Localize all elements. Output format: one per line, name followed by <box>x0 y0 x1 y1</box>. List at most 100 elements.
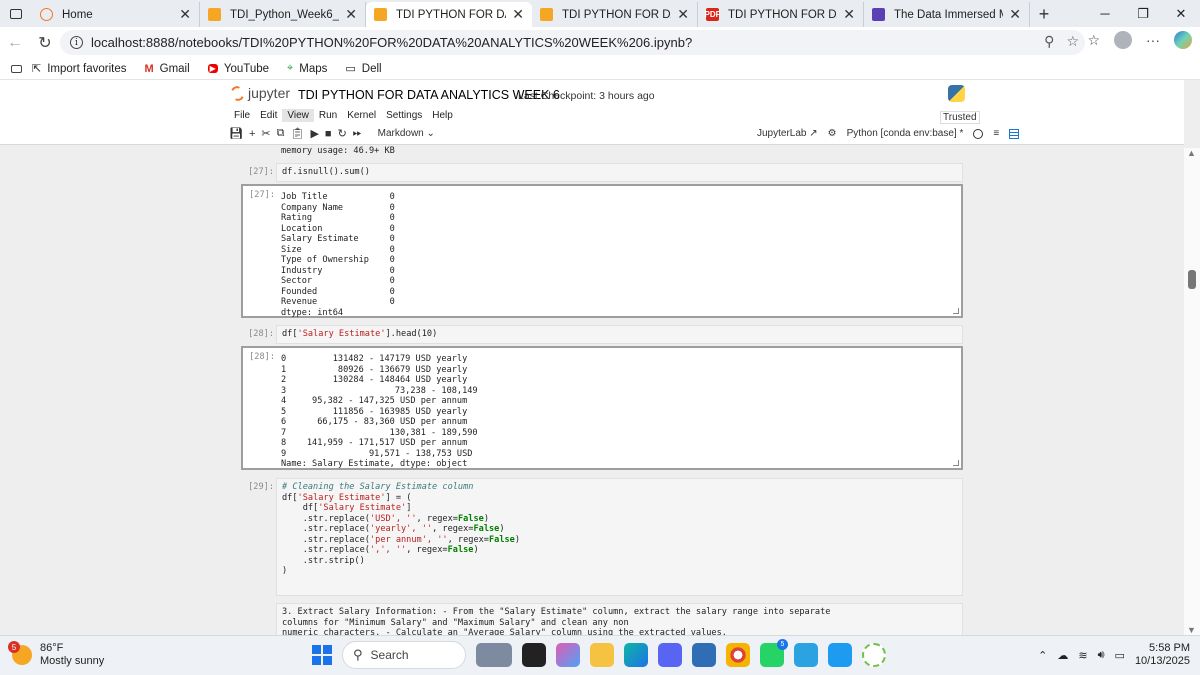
menu-help[interactable]: Help <box>427 109 458 122</box>
fast-forward-icon[interactable]: ⏩︎ <box>353 127 362 140</box>
tab-pdf[interactable]: PDF TDI PYTHON FOR DATA ANA ✕ <box>698 2 864 27</box>
close-icon[interactable]: ✕ <box>345 6 357 23</box>
menu-settings[interactable]: Settings <box>381 109 427 122</box>
store-icon[interactable] <box>692 643 716 667</box>
tab-active-notebook[interactable]: TDI PYTHON FOR DATA ANA ✕ <box>366 2 532 27</box>
close-icon[interactable]: ✕ <box>179 6 191 23</box>
tab-week6-eda[interactable]: TDI_Python_Week6_EDA (1) ✕ <box>200 2 366 27</box>
page-scrollbar[interactable]: ▲ ▼ <box>1184 148 1200 635</box>
close-icon[interactable]: ✕ <box>677 6 689 23</box>
menu-kernel[interactable]: Kernel <box>342 109 381 122</box>
copilot-icon[interactable] <box>1174 31 1192 49</box>
new-tab-icon[interactable]: + <box>1030 2 1058 27</box>
restore-icon[interactable]: ❐ <box>1124 0 1162 27</box>
refresh-icon[interactable]: ↻ <box>30 27 60 58</box>
weather-widget[interactable]: 5 86°F Mostly sunny <box>8 641 104 668</box>
task-view-icon[interactable] <box>522 643 546 667</box>
site-info-icon[interactable]: i <box>70 36 83 49</box>
code-comment: # Cleaning the Salary Estimate column <box>282 482 474 492</box>
scroll-down-icon[interactable]: ▼ <box>1187 625 1196 635</box>
menu-icon[interactable]: ≡ <box>993 128 999 139</box>
tab-home[interactable]: Home ✕ <box>32 2 200 27</box>
jupyter-logo[interactable]: jupyter <box>228 83 290 103</box>
scrollbar-thumb[interactable] <box>1188 270 1196 289</box>
table-of-contents-icon[interactable] <box>1009 128 1020 139</box>
close-icon[interactable]: ✕ <box>1009 6 1021 23</box>
loading-app-icon[interactable] <box>862 643 886 667</box>
cell-28-output[interactable]: [28]: 0 131482 - 147179 USD yearly 1 809… <box>241 346 963 470</box>
tab-title: TDI PYTHON FOR DATA ANA <box>562 8 671 21</box>
menu-file[interactable]: File <box>229 109 255 122</box>
jupyter-home-icon <box>40 8 53 21</box>
menu-view[interactable]: View <box>282 109 314 122</box>
minimize-icon[interactable]: ─ <box>1086 0 1124 27</box>
battery-icon[interactable]: ▭ <box>1115 649 1125 662</box>
trusted-badge[interactable]: Trusted <box>940 111 980 124</box>
code-line: .str.replace(',', '', regex=False) <box>282 545 957 556</box>
kernel-name[interactable]: Python [conda env:base] * <box>847 128 964 139</box>
run-icon[interactable]: ▶ <box>310 127 318 140</box>
favorite-star-icon[interactable]: ☆ <box>1066 33 1079 50</box>
copy-icon[interactable]: ⧉ <box>277 127 285 140</box>
whatsapp-icon[interactable]: 5 <box>760 639 788 667</box>
save-icon[interactable]: 💾︎ <box>229 127 243 140</box>
twitter-icon[interactable] <box>828 643 852 667</box>
jupyterlab-link[interactable]: JupyterLab ↗ <box>757 128 818 139</box>
close-window-icon[interactable]: ✕ <box>1162 0 1200 27</box>
telegram-icon[interactable] <box>794 643 818 667</box>
tab-notebook-copy[interactable]: TDI PYTHON FOR DATA ANA ✕ <box>532 2 698 27</box>
cell-29-input[interactable]: # Cleaning the Salary Estimate column df… <box>276 478 963 596</box>
cell-28-input[interactable]: df['Salary Estimate'].head(10) <box>276 325 963 344</box>
cut-icon[interactable]: ✂ <box>261 127 270 140</box>
close-icon[interactable]: ✕ <box>512 6 524 23</box>
chrome-icon[interactable] <box>726 643 750 667</box>
copilot-app-icon[interactable] <box>556 643 580 667</box>
folder-icon: ▭ <box>345 63 356 75</box>
sidebar-toggle-icon[interactable] <box>0 64 32 73</box>
resize-handle[interactable] <box>953 308 959 314</box>
resize-handle[interactable] <box>953 460 959 466</box>
menu-edit[interactable]: Edit <box>255 109 282 122</box>
favorites-icon[interactable]: ☆ <box>1087 32 1100 49</box>
restart-icon[interactable]: ↻ <box>338 127 347 140</box>
menu-run[interactable]: Run <box>314 109 342 122</box>
whatsapp-badge: 5 <box>777 639 788 650</box>
cell-27-input[interactable]: df.isnull().sum() <box>276 163 963 182</box>
back-arrow-icon[interactable]: ← <box>0 27 30 58</box>
gear-icon[interactable]: ⚙ <box>828 128 837 139</box>
scroll-up-icon[interactable]: ▲ <box>1187 148 1196 158</box>
jupyterlab-label: JupyterLab <box>757 128 807 139</box>
code-line: df['Salary Estimate'] <box>282 503 957 514</box>
cell-type-select[interactable]: Markdown ⌄ <box>378 128 435 139</box>
tab-title: The Data Immersed Main Su <box>894 8 1003 21</box>
edge-icon[interactable] <box>624 643 648 667</box>
favorite-dell[interactable]: ▭ Dell <box>345 62 381 76</box>
window-menu-icon[interactable] <box>0 0 32 27</box>
chevron-up-icon[interactable]: ⌃ <box>1038 649 1047 662</box>
stop-icon[interactable]: ■ <box>325 128 332 140</box>
browser-tab-strip: Home ✕ TDI_Python_Week6_EDA (1) ✕ TDI PY… <box>0 0 1200 27</box>
file-explorer-icon[interactable] <box>590 643 614 667</box>
favorite-import[interactable]: ⇱ Import favorites <box>32 62 126 76</box>
close-icon[interactable]: ✕ <box>843 6 855 23</box>
zoom-icon[interactable]: ⚲ <box>1044 33 1054 50</box>
cloud-icon[interactable]: ☁ <box>1057 649 1068 662</box>
photos-widget-icon[interactable] <box>476 643 512 667</box>
clock[interactable]: 5:58 PM 10/13/2025 <box>1135 642 1190 668</box>
tab-data-immersed[interactable]: The Data Immersed Main Su ✕ <box>864 2 1030 27</box>
cell-27-output[interactable]: [27]: Job Title 0 Company Name 0 Rating … <box>241 184 963 318</box>
paste-icon[interactable]: 📋︎ <box>290 127 304 140</box>
profile-avatar[interactable] <box>1114 31 1132 49</box>
favorite-youtube[interactable]: ▶ YouTube <box>207 63 269 75</box>
volume-icon[interactable]: 🔊︎ <box>1098 649 1105 662</box>
markdown-cell[interactable]: 3. Extract Salary Information: - From th… <box>276 603 963 635</box>
url-field[interactable]: i localhost:8888/notebooks/TDI%20PYTHON%… <box>60 30 1085 55</box>
add-cell-icon[interactable]: + <box>249 128 255 140</box>
windows-start-icon[interactable] <box>312 645 332 665</box>
more-options-icon[interactable]: ··· <box>1146 32 1160 48</box>
taskbar-search[interactable]: ⚲ Search <box>342 641 466 669</box>
wifi-icon[interactable]: ≋ <box>1078 649 1087 662</box>
favorite-gmail[interactable]: M Gmail <box>144 63 189 75</box>
discord-icon[interactable] <box>658 643 682 667</box>
favorite-maps[interactable]: ⌖ Maps <box>287 62 327 75</box>
